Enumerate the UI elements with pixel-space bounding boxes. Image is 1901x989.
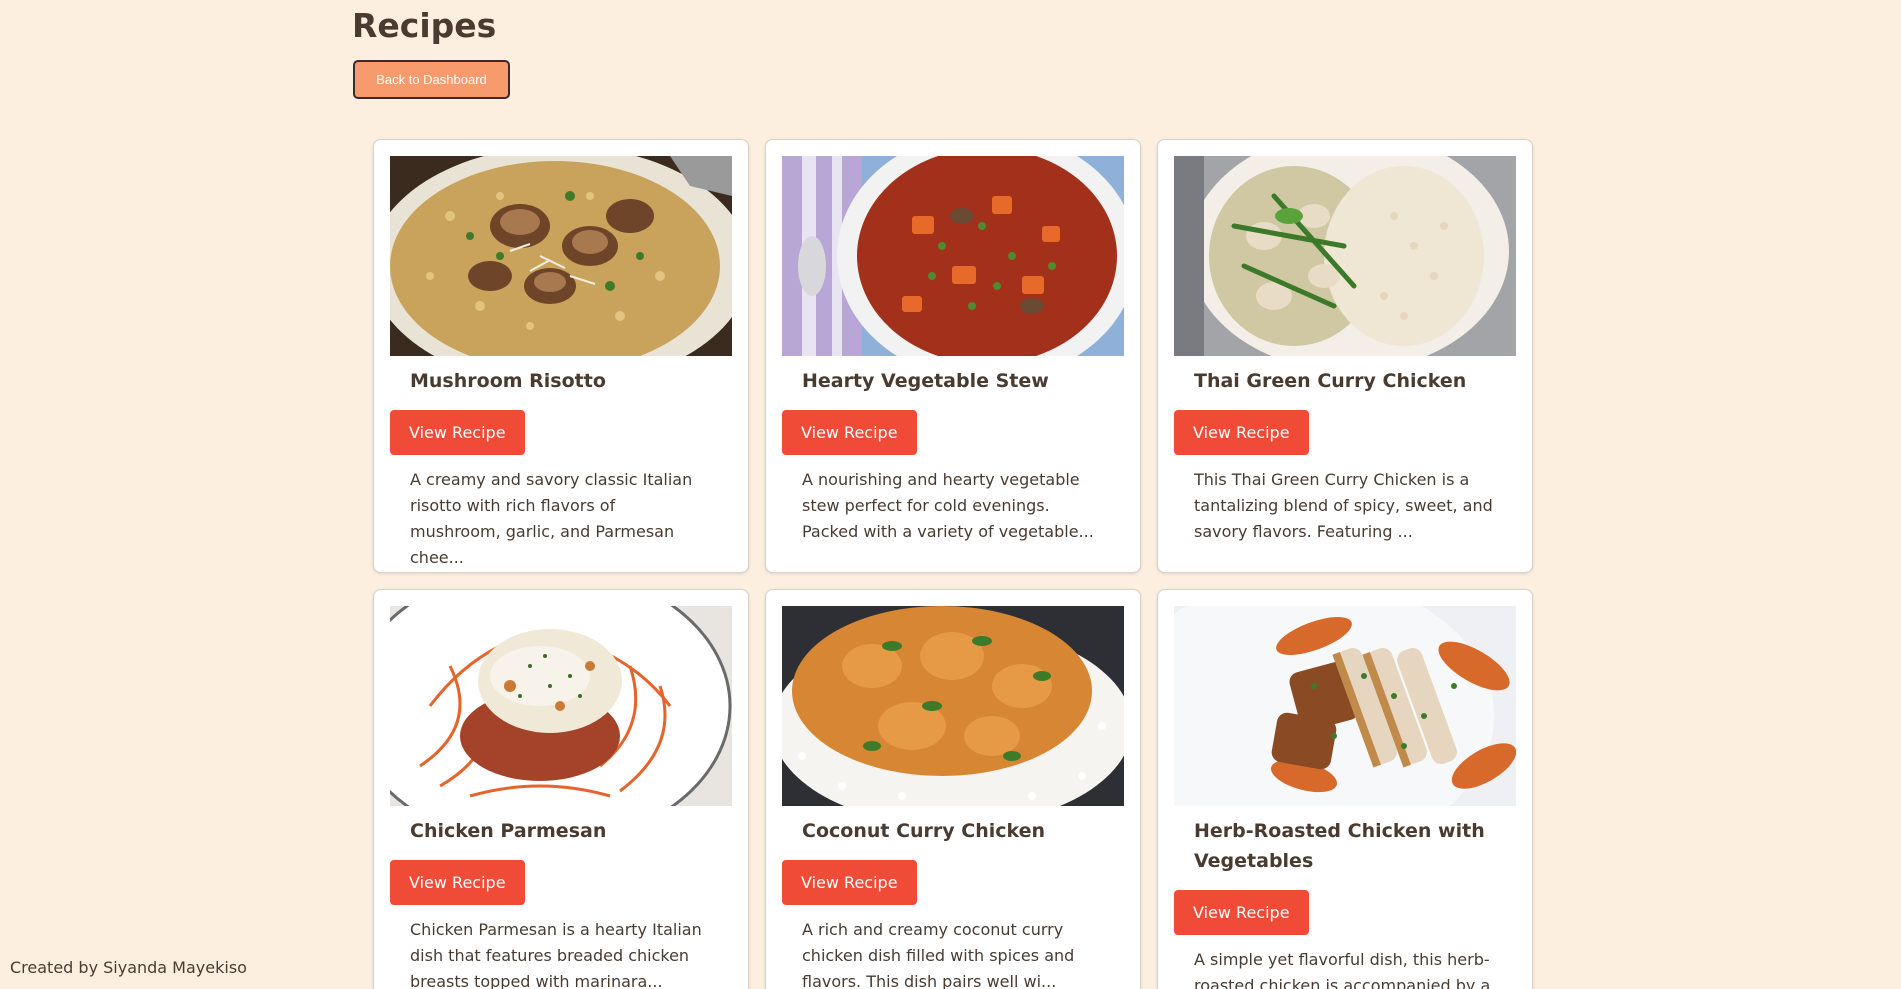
page-title: Recipes	[352, 6, 497, 45]
recipe-description: Chicken Parmesan is a hearty Italian dis…	[410, 920, 702, 989]
recipe-card: Herb-Roasted Chicken with Vegetables Vie…	[1157, 589, 1533, 989]
recipe-card: Thai Green Curry Chicken View Recipe Thi…	[1157, 139, 1533, 573]
recipe-card: Coconut Curry Chicken View Recipe A rich…	[765, 589, 1141, 989]
recipes-page: Recipes Back to Dashboard Mushroom Risot…	[0, 0, 1901, 989]
recipe-image-hearty-vegetable-stew[interactable]	[782, 156, 1124, 356]
recipe-title: Mushroom Risotto	[410, 370, 606, 392]
recipe-title: Thai Green Curry Chicken	[1194, 370, 1467, 392]
view-recipe-button[interactable]: View Recipe	[782, 410, 917, 455]
view-recipe-button[interactable]: View Recipe	[390, 410, 525, 455]
view-recipe-button[interactable]: View Recipe	[390, 860, 525, 905]
recipe-description: A nourishing and hearty vegetable stew p…	[802, 470, 1094, 541]
recipe-title: Hearty Vegetable Stew	[802, 370, 1049, 392]
recipe-grid: Mushroom Risotto View Recipe A creamy an…	[373, 139, 1533, 989]
recipe-image-herb-roasted-chicken[interactable]	[1174, 606, 1516, 806]
view-recipe-button[interactable]: View Recipe	[782, 860, 917, 905]
recipe-title: Herb-Roasted Chicken with Vegetables	[1194, 820, 1485, 872]
recipe-image-thai-green-curry-chicken[interactable]	[1174, 156, 1516, 356]
recipe-image-chicken-parmesan[interactable]	[390, 606, 732, 806]
recipe-image-mushroom-risotto[interactable]	[390, 156, 732, 356]
recipe-description: A simple yet flavorful dish, this herb-r…	[1194, 950, 1491, 989]
view-recipe-button[interactable]: View Recipe	[1174, 410, 1309, 455]
recipe-description: A rich and creamy coconut curry chicken …	[802, 920, 1075, 989]
recipe-card: Chicken Parmesan View Recipe Chicken Par…	[373, 589, 749, 989]
recipe-card: Mushroom Risotto View Recipe A creamy an…	[373, 139, 749, 573]
back-to-dashboard-button[interactable]: Back to Dashboard	[353, 60, 510, 99]
recipe-title: Chicken Parmesan	[410, 820, 607, 842]
recipe-title: Coconut Curry Chicken	[802, 820, 1046, 842]
footer-credit: Created by Siyanda Mayekiso	[10, 958, 247, 977]
view-recipe-button[interactable]: View Recipe	[1174, 890, 1309, 935]
recipe-image-coconut-curry-chicken[interactable]	[782, 606, 1124, 806]
recipe-card: Hearty Vegetable Stew View Recipe A nour…	[765, 139, 1141, 573]
recipe-description: A creamy and savory classic Italian riso…	[410, 470, 693, 567]
recipe-description: This Thai Green Curry Chicken is a tanta…	[1194, 470, 1493, 541]
